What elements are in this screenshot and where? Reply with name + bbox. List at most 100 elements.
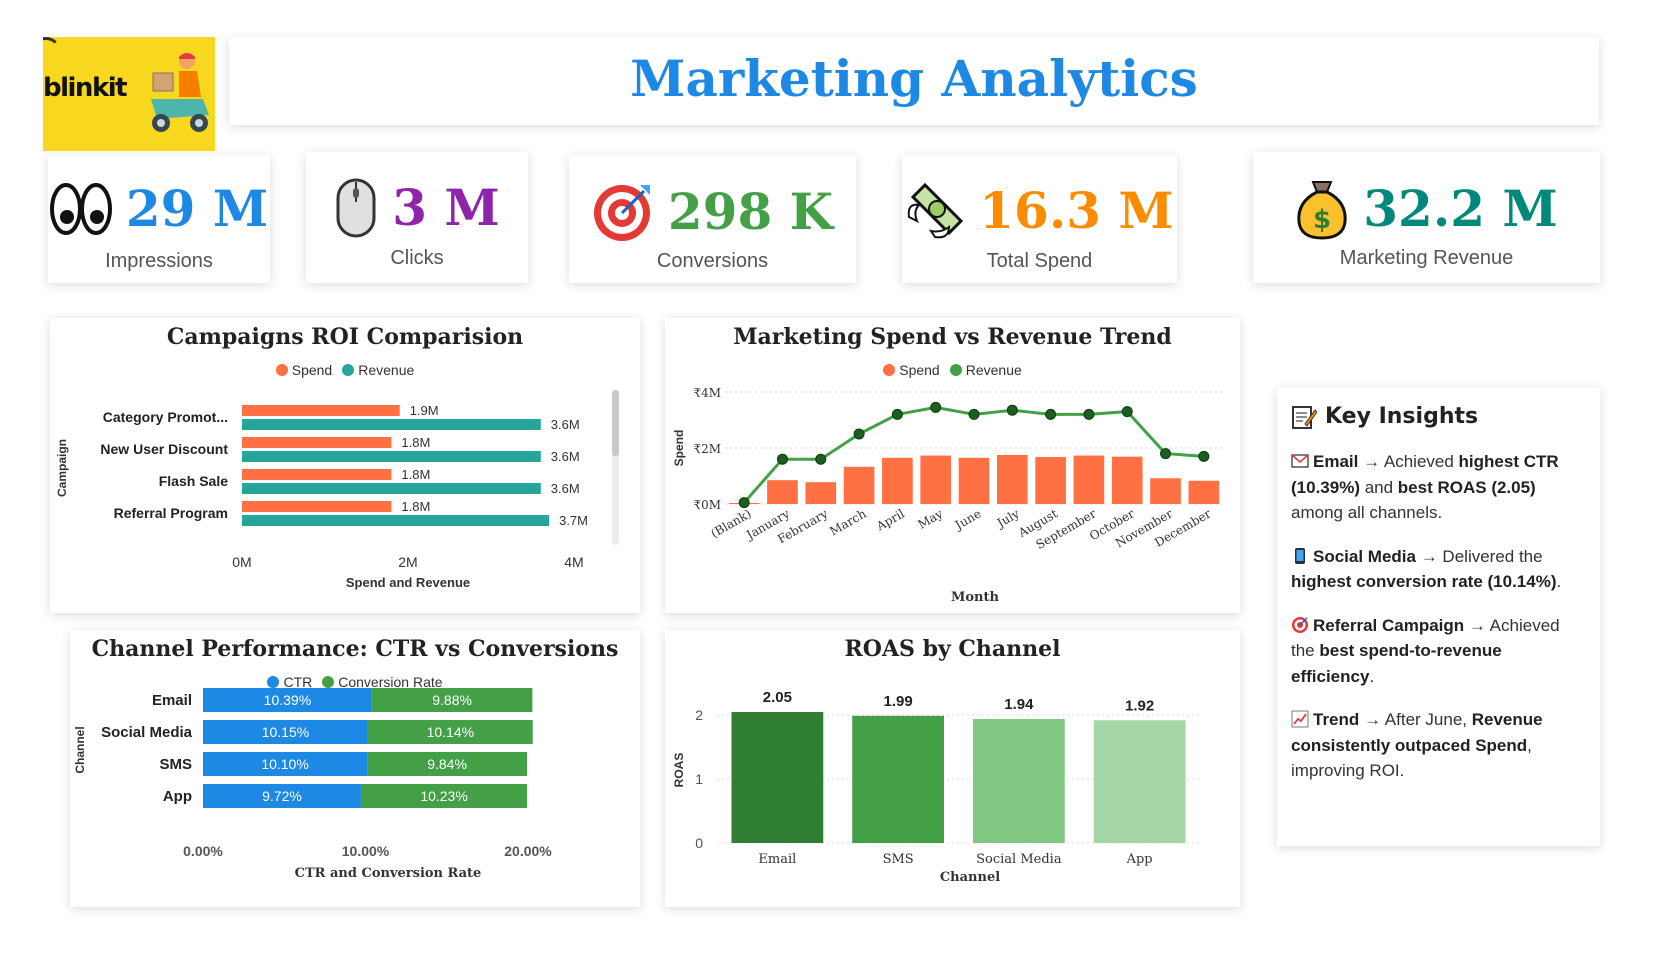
data-label-ctr: 10.10% (261, 756, 308, 772)
x-tick-label: Social Media (976, 852, 1062, 867)
channel-performance-chart: Channel Performance: CTR vs Conversions … (70, 630, 640, 907)
point-revenue (1198, 450, 1210, 462)
y-tick-label: ₹0M (693, 498, 721, 512)
x-axis-title: Month (951, 590, 1000, 605)
x-tick-label: 0.00% (183, 843, 223, 859)
bar-spend (767, 480, 798, 504)
point-revenue (1121, 406, 1133, 418)
y-tick-label: 0 (695, 835, 703, 851)
money-wings-icon (907, 182, 964, 239)
insight-email-subject: Email (1313, 452, 1359, 471)
kpi-label-conversions: Conversions (656, 250, 769, 272)
category-label: App (163, 788, 192, 805)
y-tick-label: 2 (695, 707, 703, 723)
data-label-spend: 1.8M (401, 435, 430, 450)
point-revenue (1006, 404, 1018, 416)
target-icon (1292, 616, 1308, 633)
logo-ring-decoration (43, 37, 61, 67)
bar-spend (1150, 478, 1181, 504)
insight-item-email: Email → Achieved highest CTR (10.39%) an… (1291, 449, 1586, 526)
kpi-card-marketing-revenue: $ 32.2 M Marketing Revenue (1253, 152, 1600, 283)
category-label: Referral Program (114, 505, 228, 521)
chart-up-icon (1291, 710, 1309, 728)
svg-text:$: $ (1313, 205, 1331, 235)
x-tick-label: App (1126, 852, 1153, 867)
kpi-label-clicks: Clicks (390, 247, 444, 269)
point-revenue (1083, 408, 1095, 420)
y-tick-label: ₹4M (693, 386, 721, 400)
bar-spend (242, 437, 392, 448)
bar-roas (1093, 720, 1186, 843)
campaign-roi-chart: Campaigns ROI Comparision Spend Revenue … (50, 318, 640, 613)
bar-spend (1188, 480, 1220, 504)
insights-title: Key Insights (1291, 400, 1586, 433)
insight-item-trend: Trend → After June, Revenue consistently… (1291, 707, 1586, 784)
spend-revenue-trend-chart: Marketing Spend vs Revenue Trend Spend R… (665, 318, 1240, 613)
y-axis-title: Spend (672, 430, 686, 467)
x-tick-label: June (951, 506, 983, 533)
data-label-conversion-rate: 10.14% (427, 724, 474, 740)
title-bar: Marketing Analytics (229, 37, 1599, 125)
point-revenue (815, 453, 827, 465)
data-label-revenue: 3.6M (551, 417, 580, 432)
data-label-ctr: 10.15% (262, 724, 309, 740)
brand-logo: blinkit (43, 37, 215, 151)
roas-by-channel-chart: ROAS by Channel 0 1 2 2.05 Email 1.99 SMS 1.94 S… (665, 630, 1240, 907)
x-axis-title: Channel (940, 870, 1000, 885)
point-revenue (853, 428, 865, 440)
point-revenue (930, 401, 942, 413)
category-label: Social Media (101, 724, 193, 741)
data-label-conversion-rate: 9.84% (427, 756, 467, 772)
x-axis-title: CTR and Conversion Rate (295, 866, 482, 881)
insight-item-referral: Referral Campaign → Achieved the best sp… (1291, 613, 1586, 690)
data-label-roas: 1.99 (884, 693, 913, 710)
y-tick-label: ₹2M (693, 442, 721, 456)
bar-spend (996, 455, 1028, 504)
insight-referral-highlight: best spend-to-revenue efficiency (1291, 641, 1502, 686)
kpi-card-impressions: 29 M Impressions (48, 155, 270, 283)
x-tick-label: SMS (883, 852, 914, 867)
mouse-icon (336, 178, 376, 238)
data-label-spend: 1.8M (401, 467, 430, 482)
insight-email-text-3: among all channels. (1291, 503, 1443, 522)
page-title: Marketing Analytics (630, 49, 1198, 108)
bar-spend (1073, 455, 1105, 504)
kpi-value-marketing-revenue: 32.2 M (1363, 179, 1558, 238)
x-tick-label: 4M (564, 554, 583, 570)
category-label: Flash Sale (159, 473, 228, 489)
insight-social-highlight: highest conversion rate (10.14%) (1291, 572, 1557, 591)
money-bag-icon: $ (1297, 181, 1347, 240)
bar-spend (242, 469, 392, 480)
kpi-label-marketing-revenue: Marketing Revenue (1339, 247, 1514, 269)
kpi-value-conversions: 298 K (667, 182, 834, 241)
point-revenue (968, 408, 980, 420)
point-revenue (1160, 448, 1172, 460)
bar-spend (843, 466, 875, 504)
bar-roas (972, 719, 1065, 843)
y-axis-title: Campaign (55, 439, 69, 497)
kpi-label-total-spend: Total Spend (986, 250, 1093, 272)
x-tick-label: Email (758, 852, 796, 867)
x-tick-label: 2M (398, 554, 417, 570)
x-tick-label: 20.00% (504, 843, 552, 859)
data-label-revenue: 3.7M (559, 513, 588, 528)
category-label: Category Promot... (103, 409, 228, 425)
chart-plot-roi: Category Promot... 1.9M 3.6M New User Disco… (55, 390, 619, 590)
eyes-icon (49, 183, 112, 235)
x-axis-title: Spend and Revenue (346, 575, 470, 590)
key-insights-panel: Key Insights Email → Achieved highest CT… (1277, 388, 1600, 846)
data-label-revenue: 3.6M (551, 481, 580, 496)
data-label-ctr: 10.39% (264, 692, 311, 708)
category-label: SMS (159, 756, 192, 773)
kpi-value-impressions: 29 M (125, 179, 269, 238)
data-label-conversion-rate: 10.23% (420, 788, 467, 804)
bar-revenue (242, 483, 541, 494)
kpi-label-impressions: Impressions (105, 250, 213, 272)
bar-spend (882, 457, 913, 504)
bar-revenue (242, 451, 541, 462)
bar-spend (242, 501, 392, 512)
data-label-roas: 2.05 (763, 689, 792, 706)
point-revenue (891, 408, 903, 420)
data-label-spend: 1.8M (401, 499, 430, 514)
chart-plot-channel: Email 10.39% 9.88% Social Media 10.15% 10.14%… (73, 688, 552, 881)
